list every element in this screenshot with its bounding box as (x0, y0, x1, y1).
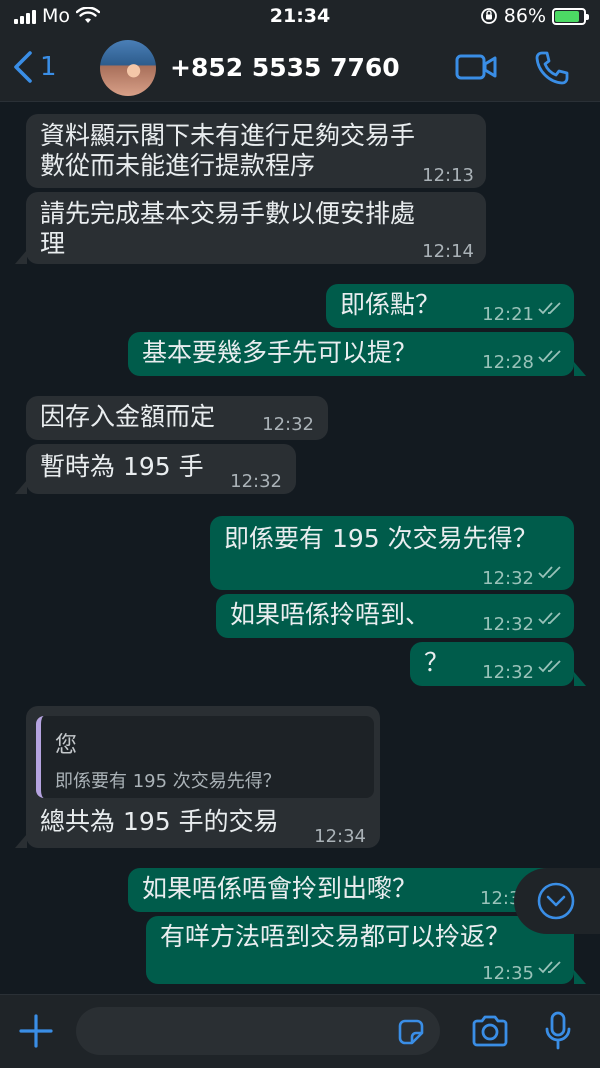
message-bubble-outgoing[interactable]: 基本要幾多手先可以提？ 12:28 (128, 332, 574, 376)
message-bubble-outgoing[interactable]: 如果唔係拎唔到、 12:32 (216, 594, 574, 638)
message-text: 即係要有 195 次交易先得？ (224, 524, 538, 553)
quote-author: 您 (55, 733, 78, 758)
bubble-tail (574, 362, 586, 376)
message-text: 基本要幾多手先可以提？ (142, 338, 418, 367)
read-receipt-icon (538, 660, 561, 673)
chat-area[interactable]: 資料顯示閣下未有進行足夠交易手 數從而未能進行提款程序 12:13 請先完成基本… (0, 102, 600, 992)
message-text: 數從而未能進行提款程序 (40, 151, 316, 180)
message-bubble-outgoing[interactable]: 如果唔係唔會拎到出嚟？ 12:3 (128, 868, 574, 912)
quoted-message[interactable]: 您 即係要有 195 次交易先得？ (36, 716, 374, 798)
read-receipt-icon (538, 612, 561, 625)
bubble-tail (15, 480, 27, 494)
message-text: 請先完成基本交易手數以便安排處 (40, 199, 416, 228)
read-receipt-icon (538, 566, 561, 579)
bubble-tail (574, 672, 586, 686)
message-bubble-incoming[interactable]: 您 即係要有 195 次交易先得？ 總共為 195 手的交易 12:34 (26, 706, 380, 848)
camera-button[interactable] (470, 1013, 510, 1049)
video-call-button[interactable] (455, 50, 497, 88)
battery-level (555, 10, 580, 22)
message-time: 12:14 (422, 241, 474, 262)
phone-icon (535, 51, 569, 85)
message-time: 12:32 (230, 471, 282, 492)
quote-text: 即係要有 195 次交易先得？ (55, 771, 281, 792)
sticker-icon (398, 1019, 424, 1045)
contact-name[interactable]: +852 5535 7760 (170, 53, 400, 82)
unread-count: 1 (40, 52, 57, 82)
message-bubble-incoming[interactable]: 請先完成基本交易手數以便安排處 理 12:14 (26, 192, 486, 264)
read-receipt-icon (538, 961, 561, 974)
message-time: 12:35 (482, 963, 534, 984)
message-text: 暫時為 195 手 (40, 452, 204, 481)
message-bubble-outgoing[interactable]: 有咩方法唔到交易都可以拎返？ 12:35 (146, 916, 574, 984)
message-time: 12:32 (482, 568, 534, 589)
status-bar: Mo 21:34 86% (0, 0, 600, 34)
message-text: 即係點？ (340, 290, 441, 319)
message-text: 總共為 195 手的交易 (40, 807, 279, 836)
sticker-button[interactable] (396, 1017, 426, 1047)
read-receipt-icon (538, 350, 561, 363)
camera-icon (472, 1015, 508, 1047)
message-time: 12:32 (482, 662, 534, 683)
message-bubble-incoming[interactable]: 因存入金額而定 12:32 (26, 396, 328, 440)
message-bubble-outgoing[interactable]: ？ 12:32 (410, 642, 574, 686)
voice-call-button[interactable] (534, 50, 570, 90)
microphone-icon (545, 1011, 571, 1050)
bubble-tail (574, 970, 586, 984)
message-text: 有咩方法唔到交易都可以拎返？ (160, 922, 511, 951)
message-text: 如果唔係唔會拎到出嚟？ (142, 874, 418, 903)
message-bubble-outgoing[interactable]: 即係點？ 12:21 (326, 284, 574, 328)
attach-button[interactable] (18, 1013, 54, 1049)
message-bubble-incoming[interactable]: 資料顯示閣下未有進行足夠交易手 數從而未能進行提款程序 12:13 (26, 114, 486, 188)
message-bubble-incoming[interactable]: 暫時為 195 手 12:32 (26, 444, 296, 494)
message-time: 12:32 (482, 614, 534, 635)
message-bubble-outgoing[interactable]: 即係要有 195 次交易先得？ 12:32 (210, 516, 574, 590)
message-input[interactable] (76, 1007, 440, 1055)
chevron-down-circle-icon (537, 882, 575, 920)
orientation-lock-icon (480, 8, 497, 24)
message-time: 12:28 (482, 352, 534, 373)
scroll-to-bottom-button[interactable] (514, 868, 600, 934)
bubble-tail (15, 250, 27, 264)
battery-icon (552, 7, 589, 25)
message-text: ？ (424, 648, 450, 677)
battery-percent: 86% (503, 5, 546, 27)
message-time: 12:32 (262, 414, 314, 435)
microphone-button[interactable] (544, 1011, 572, 1051)
message-text: 理 (40, 229, 66, 258)
plus-icon (19, 1014, 53, 1048)
message-text: 資料顯示閣下未有進行足夠交易手 (40, 121, 416, 150)
input-bar (0, 994, 600, 1068)
message-text: 因存入金額而定 (40, 402, 216, 431)
read-receipt-icon (538, 302, 561, 315)
bubble-tail (15, 834, 27, 848)
status-right: 86% (480, 5, 589, 27)
chat-header: 1 +852 5535 7760 (0, 34, 600, 102)
back-button[interactable]: 1 (12, 50, 57, 84)
message-time: 12:34 (314, 826, 366, 847)
chevron-left-icon (14, 51, 32, 83)
message-text: 如果唔係拎唔到、 (230, 600, 431, 629)
message-time: 12:13 (422, 165, 474, 186)
avatar[interactable] (100, 40, 156, 96)
video-call-icon (455, 54, 497, 80)
message-time: 12:21 (482, 304, 534, 325)
